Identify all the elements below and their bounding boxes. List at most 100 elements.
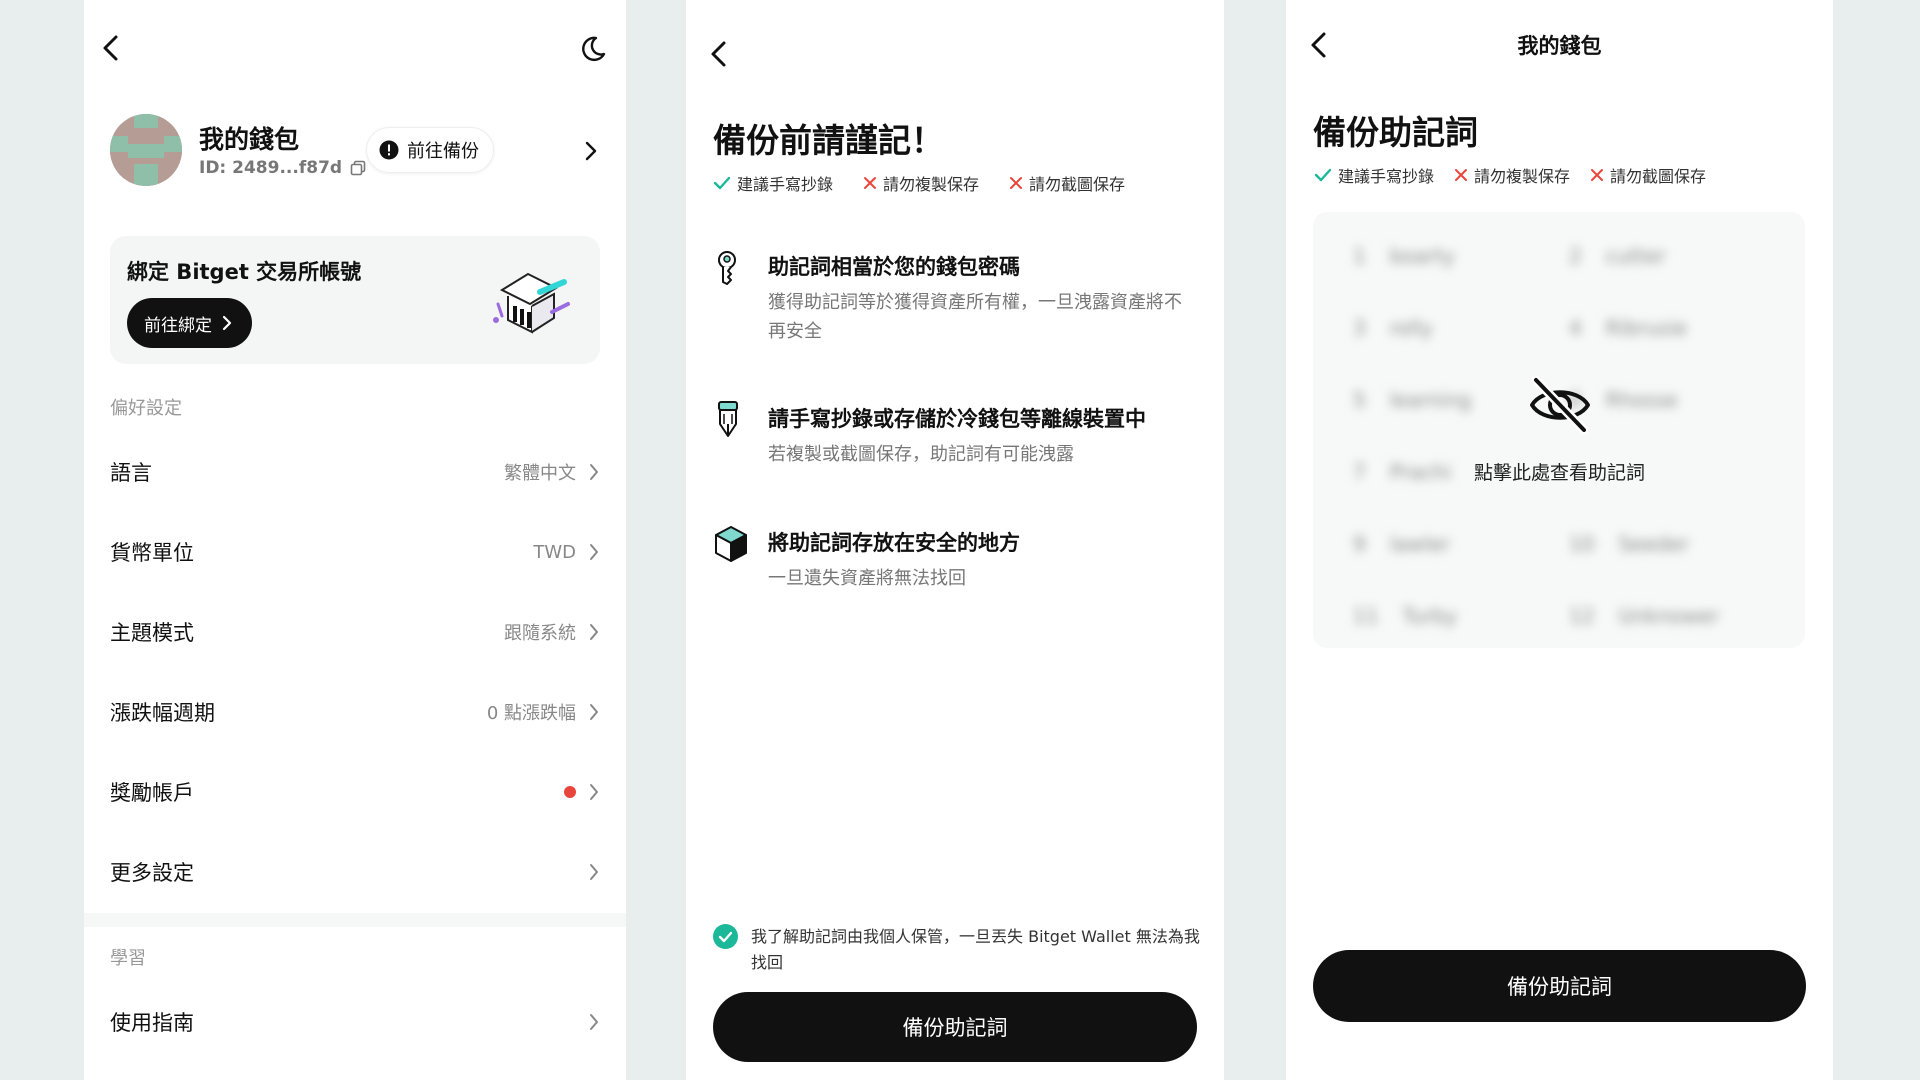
mnemonic-word: 11 Turby	[1353, 604, 1458, 628]
backup-mnemonic-button[interactable]: 備份助記詞	[1313, 950, 1806, 1022]
eye-off-icon[interactable]	[1528, 374, 1592, 436]
tip-title: 助記詞相當於您的錢包密碼	[768, 255, 1020, 279]
tag-no-screenshot: 請勿截圖保存	[1009, 171, 1125, 195]
wallet-settings-screen: 我的錢包 ID: 2489...f87d 前往備份 綁定 Bitget 交易所帳…	[84, 0, 626, 1080]
bind-button[interactable]: 前往綁定	[127, 298, 252, 348]
row-label: 主題模式	[110, 621, 194, 645]
backup-tips: 建議手寫抄錄 請勿複製保存 請勿截圖保存	[1314, 163, 1730, 187]
reveal-mnemonic-text[interactable]: 點擊此處查看助記詞	[1286, 458, 1833, 485]
chevron-right-icon	[590, 704, 598, 720]
mnemonic-word: 4 Ribrusie	[1569, 316, 1688, 340]
tag-label: 請勿複製保存	[883, 175, 980, 194]
box-icon	[714, 525, 748, 563]
row-value: 繁體中文	[504, 463, 576, 484]
settings-row-rewards[interactable]: 獎勵帳戶	[110, 767, 600, 817]
mnemonic-word: 5 learning	[1353, 388, 1472, 412]
tip-description: 獲得助記詞等於獲得資產所有權，一旦洩露資產將不再安全	[768, 292, 1182, 342]
tip-title: 請手寫抄錄或存儲於冷錢包等離線裝置中	[768, 407, 1146, 431]
row-label: 漲跌幅週期	[110, 701, 215, 725]
settings-row-currency[interactable]: 貨幣單位 TWD	[110, 527, 600, 577]
mnemonic-word: 10 Seeder	[1569, 532, 1689, 556]
learn-section-label: 學習	[110, 948, 146, 969]
avatar[interactable]	[110, 114, 182, 186]
chevron-right-icon	[590, 784, 598, 800]
button-label: 備份助記詞	[1507, 975, 1612, 999]
mnemonic-word: 1 boarty	[1353, 244, 1455, 268]
row-label: 語言	[110, 461, 152, 485]
exchange-illustration	[480, 264, 576, 340]
settings-row-theme[interactable]: 主題模式 跟隨系統	[110, 607, 600, 657]
tag-no-copy: 請勿複製保存	[863, 171, 979, 195]
chevron-right-icon	[590, 464, 598, 480]
back-button[interactable]	[708, 40, 732, 68]
agreement-checkbox[interactable]	[713, 924, 738, 949]
settings-row-more[interactable]: 更多設定	[110, 847, 600, 897]
check-icon	[1314, 168, 1332, 182]
mnemonic-word: 3 rolly	[1353, 316, 1433, 340]
back-button[interactable]	[100, 34, 124, 62]
settings-row-change-period[interactable]: 漲跌幅週期 0 點漲跌幅	[110, 687, 600, 737]
backup-mnemonic-button[interactable]: 備份助記詞	[713, 992, 1197, 1062]
cross-icon	[1455, 169, 1468, 181]
row-value: TWD	[533, 541, 576, 563]
chevron-right-icon	[590, 624, 598, 640]
wallet-detail-arrow[interactable]	[584, 140, 598, 162]
chevron-right-icon	[590, 544, 598, 560]
bind-exchange-card: 綁定 Bitget 交易所帳號 前往綁定	[110, 236, 600, 364]
chevron-right-icon	[585, 141, 597, 161]
backup-pill-label: 前往備份	[407, 141, 479, 162]
theme-toggle-button[interactable]	[578, 34, 608, 64]
backup-notice-screen: 備份前請謹記！ 建議手寫抄錄 請勿複製保存 請勿截圖保存 助記詞相當於您的錢包密…	[686, 0, 1224, 1080]
moon-icon	[582, 36, 606, 61]
mnemonic-word: 2 cutter	[1569, 244, 1666, 268]
wallet-id-text: ID: 2489...f87d	[199, 158, 343, 178]
tag-label: 請勿截圖保存	[1610, 167, 1707, 186]
avatar-pattern-icon	[110, 114, 182, 186]
tag-label: 建議手寫抄錄	[737, 175, 834, 194]
row-label: 貨幣單位	[110, 541, 194, 565]
tag-handwrite: 建議手寫抄錄	[1314, 163, 1434, 187]
page-header-title: 我的錢包	[1517, 34, 1602, 58]
cross-icon	[1010, 177, 1023, 189]
tag-label: 請勿複製保存	[1474, 167, 1571, 186]
page-title: 備份前請謹記！	[713, 121, 944, 160]
backup-pill-button[interactable]: 前往備份	[366, 127, 494, 173]
bank-illustration-icon	[493, 272, 570, 334]
wallet-id[interactable]: ID: 2489...f87d	[199, 158, 366, 178]
chevron-left-icon	[103, 35, 118, 61]
tag-label: 建議手寫抄錄	[1338, 167, 1435, 186]
tip-title: 將助記詞存放在安全的地方	[768, 531, 1020, 555]
check-icon	[718, 931, 733, 942]
tag-handwrite: 建議手寫抄錄	[713, 171, 833, 195]
tag-no-screenshot: 請勿截圖保存	[1590, 163, 1706, 187]
tag-label: 請勿截圖保存	[1029, 175, 1126, 194]
agreement-text: 我了解助記詞由我個人保管，一旦丟失 Bitget Wallet 無法為我找回	[751, 927, 1200, 972]
chevron-right-icon	[590, 1014, 598, 1030]
chevron-right-icon	[222, 315, 232, 331]
tag-no-copy: 請勿複製保存	[1454, 163, 1570, 187]
warning-icon	[379, 140, 399, 160]
chevron-left-icon	[711, 41, 726, 67]
row-label: 獎勵帳戶	[110, 781, 194, 805]
cross-icon	[864, 177, 877, 189]
settings-row-language[interactable]: 語言 繁體中文	[110, 447, 600, 497]
bind-button-label: 前往綁定	[144, 315, 212, 336]
settings-row-guide[interactable]: 使用指南	[110, 997, 600, 1047]
tip-description: 一旦遺失資產將無法找回	[768, 568, 966, 589]
backup-mnemonic-screen: 我的錢包 備份助記詞 建議手寫抄錄 請勿複製保存 請勿截圖保存 1 boarty …	[1286, 0, 1833, 1080]
pen-icon	[716, 400, 740, 440]
page-title: 備份助記詞	[1313, 113, 1478, 152]
copy-icon[interactable]	[350, 160, 366, 176]
mnemonic-word: 9 lawler	[1353, 532, 1450, 556]
tip-description: 若複製或截圖保存，助記詞有可能洩露	[768, 444, 1074, 465]
bind-card-title: 綁定 Bitget 交易所帳號	[127, 260, 362, 284]
mnemonic-word: 12 Unknower	[1569, 604, 1720, 628]
key-icon	[714, 250, 740, 286]
chevron-right-icon	[590, 864, 598, 880]
button-label: 備份助記詞	[902, 1016, 1008, 1040]
cross-icon	[1591, 169, 1604, 181]
row-value: 跟隨系統	[504, 623, 576, 644]
backup-tips: 建議手寫抄錄 請勿複製保存 請勿截圖保存	[713, 171, 1149, 195]
row-label: 更多設定	[110, 861, 194, 885]
notification-dot	[564, 786, 576, 798]
